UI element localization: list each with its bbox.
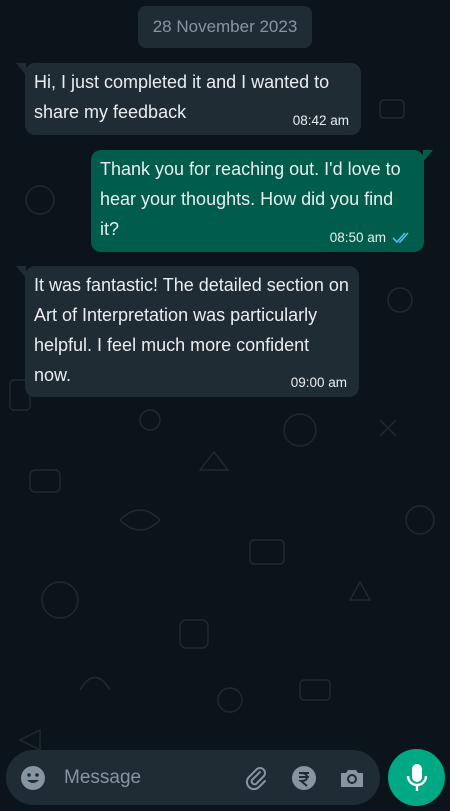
voice-record-button[interactable] [388, 749, 445, 806]
message-meta: 09:00 am [291, 375, 347, 391]
bubble-tail [16, 266, 26, 278]
bubble-tail [16, 63, 26, 75]
date-chip: 28 November 2023 [138, 6, 312, 48]
message-bubble-outgoing[interactable]: Thank you for reaching out. I'd love to … [91, 150, 433, 252]
message-time: 08:50 am [329, 230, 386, 245]
message-meta: 08:50 am [330, 230, 412, 246]
message-bubble-incoming[interactable]: Hi, I just completed it and I wanted to … [16, 63, 361, 135]
attachment-icon[interactable] [242, 764, 270, 792]
message-meta: 08:42 am [293, 113, 349, 129]
double-check-read-icon [392, 232, 409, 244]
message-time: 08:42 am [292, 113, 349, 128]
bubble-tail [423, 150, 433, 162]
chat-screen: 28 November 2023 Hi, I just completed it… [0, 0, 450, 811]
message-time: 09:00 am [290, 375, 347, 390]
mic-icon [406, 763, 427, 791]
message-text: It was fantastic! The detailed section o… [34, 275, 353, 385]
message-input[interactable]: Message [64, 767, 222, 789]
camera-icon[interactable] [338, 764, 366, 792]
message-composer: Message [6, 750, 380, 805]
rupee-payment-icon[interactable] [290, 764, 318, 792]
emoji-icon[interactable] [20, 765, 46, 791]
message-bubble-incoming[interactable]: It was fantastic! The detailed section o… [16, 266, 359, 397]
